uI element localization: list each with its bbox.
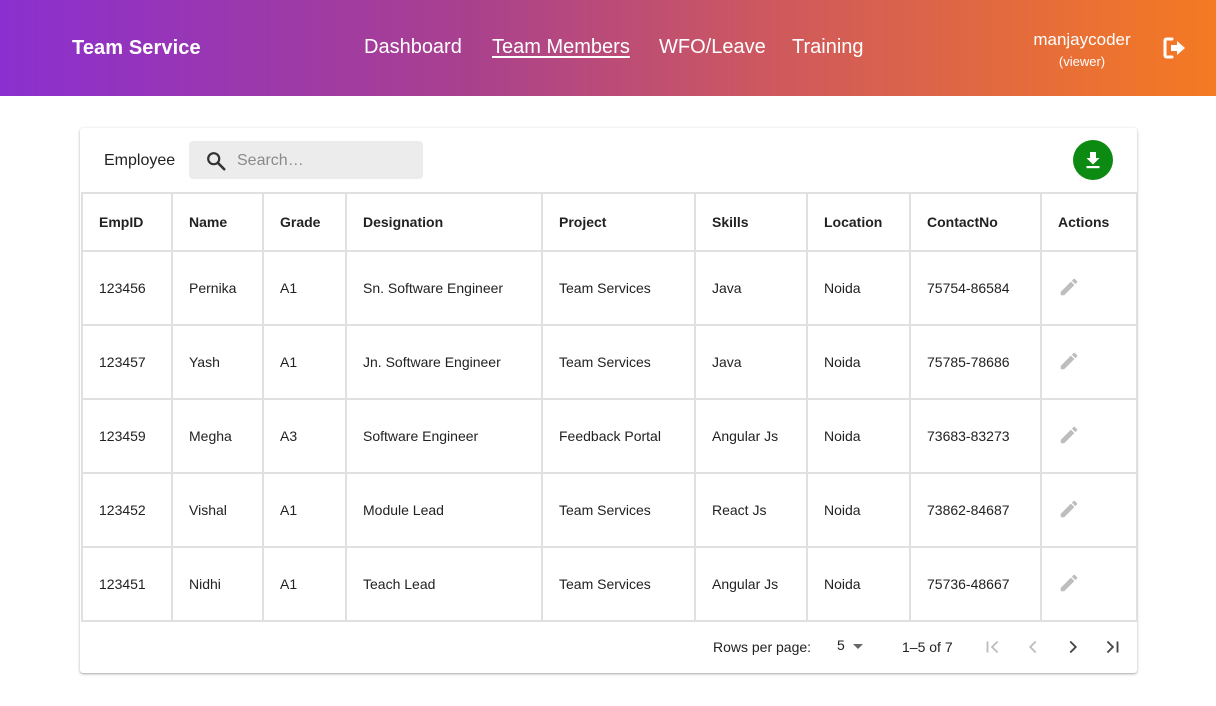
column-header-location[interactable]: Location <box>806 192 911 252</box>
cell-skills: React Js <box>694 472 808 548</box>
cell-actions <box>1040 472 1138 548</box>
cell-skills: Java <box>694 250 808 326</box>
cell-designation: Teach Lead <box>345 546 543 622</box>
cell-location: Noida <box>806 398 911 474</box>
rows-per-page-label: Rows per page: <box>713 639 812 655</box>
rows-per-page-select[interactable]: 5 <box>837 637 863 653</box>
download-button[interactable] <box>1073 140 1113 180</box>
previous-page-icon[interactable] <box>1022 636 1044 658</box>
user-info: manjaycoder (viewer) <box>1010 30 1154 69</box>
cell-grade: A1 <box>262 250 347 326</box>
column-header-designation[interactable]: Designation <box>345 192 543 252</box>
cell-location: Noida <box>806 250 911 326</box>
column-header-skills[interactable]: Skills <box>694 192 808 252</box>
cell-project: Feedback Portal <box>541 398 696 474</box>
cell-contactno: 75785-78686 <box>909 324 1042 400</box>
cell-name: Nidhi <box>171 546 264 622</box>
cell-project: Team Services <box>541 324 696 400</box>
app-header: Team Service Dashboard Team Members WFO/… <box>0 0 1216 96</box>
pagination-range: 1–5 of 7 <box>902 639 953 655</box>
cell-location: Noida <box>806 472 911 548</box>
table-row: 123456 Pernika A1 Sn. Software Engineer … <box>81 250 1138 326</box>
cell-project: Team Services <box>541 546 696 622</box>
cell-empid: 123452 <box>81 472 173 548</box>
cell-project: Team Services <box>541 472 696 548</box>
cell-contactno: 73683-83273 <box>909 398 1042 474</box>
employee-table: EmpID Name Grade Designation Project Ski… <box>81 192 1138 622</box>
edit-icon[interactable] <box>1058 572 1080 594</box>
cell-designation: Sn. Software Engineer <box>345 250 543 326</box>
nav-dashboard[interactable]: Dashboard <box>364 36 462 59</box>
table-header-row: EmpID Name Grade Designation Project Ski… <box>81 192 1138 252</box>
cell-actions <box>1040 398 1138 474</box>
nav-team-members[interactable]: Team Members <box>492 36 630 59</box>
cell-contactno: 73862-84687 <box>909 472 1042 548</box>
cell-actions <box>1040 324 1138 400</box>
cell-grade: A1 <box>262 472 347 548</box>
column-header-project[interactable]: Project <box>541 192 696 252</box>
table-row: 123451 Nidhi A1 Teach Lead Team Services… <box>81 546 1138 622</box>
download-icon <box>1086 152 1100 169</box>
nav-wfo-leave[interactable]: WFO/Leave <box>659 36 766 59</box>
logout-icon[interactable] <box>1163 37 1187 59</box>
cell-designation: Module Lead <box>345 472 543 548</box>
cell-empid: 123457 <box>81 324 173 400</box>
cell-empid: 123459 <box>81 398 173 474</box>
cell-designation: Jn. Software Engineer <box>345 324 543 400</box>
cell-skills: Java <box>694 324 808 400</box>
cell-actions <box>1040 250 1138 326</box>
cell-project: Team Services <box>541 250 696 326</box>
column-header-name[interactable]: Name <box>171 192 264 252</box>
cell-empid: 123451 <box>81 546 173 622</box>
cell-name: Pernika <box>171 250 264 326</box>
cell-actions <box>1040 546 1138 622</box>
column-header-grade[interactable]: Grade <box>262 192 347 252</box>
nav-training[interactable]: Training <box>792 36 864 59</box>
cell-location: Noida <box>806 324 911 400</box>
user-role: (viewer) <box>1058 54 1106 69</box>
column-header-empid[interactable]: EmpID <box>81 192 173 252</box>
cell-contactno: 75736-48667 <box>909 546 1042 622</box>
table-toolbar: Employee <box>80 128 1137 192</box>
cell-name: Yash <box>171 324 264 400</box>
cell-skills: Angular Js <box>694 546 808 622</box>
cell-name: Vishal <box>171 472 264 548</box>
search-input[interactable] <box>235 149 415 173</box>
cell-contactno: 75754-86584 <box>909 250 1042 326</box>
cell-designation: Software Engineer <box>345 398 543 474</box>
next-page-icon[interactable] <box>1062 636 1084 658</box>
search-icon <box>205 150 227 172</box>
table-row: 123452 Vishal A1 Module Lead Team Servic… <box>81 472 1138 548</box>
table-row: 123457 Yash A1 Jn. Software Engineer Tea… <box>81 324 1138 400</box>
edit-icon[interactable] <box>1058 498 1080 520</box>
edit-icon[interactable] <box>1058 350 1080 372</box>
edit-icon[interactable] <box>1058 424 1080 446</box>
cell-name: Megha <box>171 398 264 474</box>
search-box[interactable] <box>189 141 423 179</box>
caret-down-icon <box>852 643 863 649</box>
column-header-contactno[interactable]: ContactNo <box>909 192 1042 252</box>
cell-skills: Angular Js <box>694 398 808 474</box>
rows-per-page-value: 5 <box>837 637 845 653</box>
cell-location: Noida <box>806 546 911 622</box>
column-header-actions: Actions <box>1040 192 1138 252</box>
brand-title[interactable]: Team Service <box>72 37 201 60</box>
edit-icon[interactable] <box>1058 276 1080 298</box>
table-title: Employee <box>104 152 176 169</box>
user-name: manjaycoder <box>1033 30 1131 49</box>
table-row: 123459 Megha A3 Software Engineer Feedba… <box>81 398 1138 474</box>
cell-empid: 123456 <box>81 250 173 326</box>
last-page-icon[interactable] <box>1101 636 1123 658</box>
first-page-icon[interactable] <box>982 636 1004 658</box>
cell-grade: A1 <box>262 546 347 622</box>
table-pagination: Rows per page: 5 1–5 of 7 <box>80 620 1137 672</box>
cell-grade: A1 <box>262 324 347 400</box>
employee-table-card: Employee EmpID Name <box>80 128 1138 673</box>
cell-grade: A3 <box>262 398 347 474</box>
